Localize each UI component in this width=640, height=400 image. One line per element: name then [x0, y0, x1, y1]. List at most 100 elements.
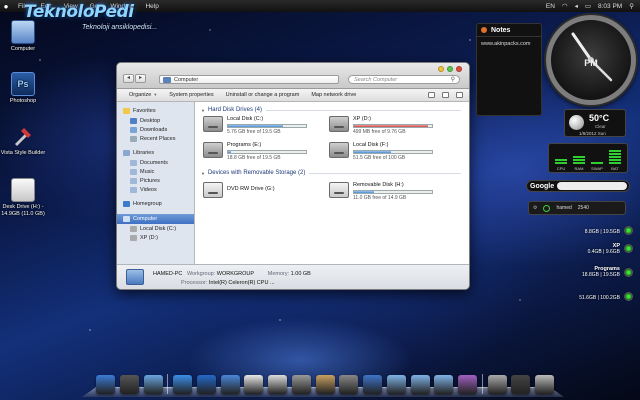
- notes-text[interactable]: www.akinpacks.com: [477, 37, 541, 51]
- sidebar-item-music[interactable]: Music: [117, 167, 194, 176]
- mail-icon[interactable]: [220, 375, 240, 394]
- drive-dvd-rw-g[interactable]: DVD RW Drive (G:): [203, 182, 275, 198]
- search-icon: ⚲: [450, 77, 455, 83]
- hard-disk-section-header[interactable]: ▼ Hard Disk Drives (4): [201, 107, 469, 113]
- photo-icon[interactable]: [119, 375, 139, 394]
- drive-programs-e[interactable]: Programs (E:) 18.8 GB free of 19.5 GB: [203, 142, 307, 161]
- computer-small-icon: [163, 77, 171, 83]
- map-network-drive-button[interactable]: Map network drive: [305, 92, 362, 98]
- hard-disk-icon: [329, 116, 349, 132]
- disk-status-icon: [624, 226, 633, 235]
- battery-meter: [609, 150, 621, 164]
- downloads-folder-icon[interactable]: [434, 375, 454, 394]
- wifi-icon[interactable]: ◠: [562, 2, 568, 10]
- hard-disk-icon: [329, 142, 349, 158]
- forward-button[interactable]: ▸: [135, 74, 146, 83]
- close-button[interactable]: [456, 66, 462, 72]
- library-icon: [123, 150, 130, 156]
- zoom-button[interactable]: [447, 66, 453, 72]
- photo-booth-icon[interactable]: [458, 375, 477, 394]
- trash-icon[interactable]: [535, 375, 554, 394]
- disk-status-icon: [624, 244, 633, 253]
- finder-icon[interactable]: [96, 375, 115, 394]
- applications-folder-icon[interactable]: [386, 375, 406, 394]
- analog-clock-widget[interactable]: PM: [546, 15, 636, 105]
- sidebar-group-favorites[interactable]: Favorites: [117, 106, 194, 116]
- sidebar-item-desktop[interactable]: Desktop: [117, 116, 194, 125]
- system-meters-widget[interactable]: CPU RAM SWAP BAT: [548, 143, 628, 173]
- meter-label: RAM: [574, 166, 584, 171]
- drive-local-disk-c[interactable]: Local Disk (C:) 5.76 GB free of 19.5 GB: [203, 116, 307, 135]
- drive-removable-h[interactable]: Removable Disk (H:) 11.0 GB free of 14.9…: [329, 182, 433, 201]
- utilities-icon[interactable]: [487, 375, 507, 394]
- desktop-icon: [130, 117, 137, 124]
- view-options-icon[interactable]: [428, 92, 435, 98]
- notes-widget[interactable]: Notes www.akinpacks.com: [476, 23, 542, 116]
- menu-help[interactable]: Help: [139, 3, 164, 10]
- preview-icon[interactable]: [244, 375, 264, 394]
- back-button[interactable]: ◂: [123, 74, 134, 83]
- power-icon[interactable]: [543, 204, 551, 212]
- dock: [82, 367, 564, 397]
- moon-icon: [569, 115, 584, 130]
- desktop-icon-label: Computer: [10, 46, 36, 52]
- drive-local-disk-f[interactable]: Local Disk (F:) 51.5 GB free of 100 GB: [329, 142, 433, 161]
- automator-icon[interactable]: [339, 375, 359, 394]
- sidebar-group-libraries[interactable]: Libraries: [117, 148, 194, 158]
- sidebar-item-homegroup[interactable]: Homegroup: [117, 199, 194, 209]
- music-icon: [130, 168, 137, 175]
- settings-icon[interactable]: ⚙: [533, 205, 537, 211]
- volume-icon[interactable]: ◂: [575, 2, 578, 10]
- calculator-icon[interactable]: [291, 375, 311, 394]
- desktop-icon-label: Desk Drive (H:) - 14.9GB (11.0 GB): [1, 204, 45, 217]
- watermark-logo: TeknoloPedi: [24, 2, 134, 22]
- textedit-icon[interactable]: [268, 375, 287, 394]
- processor-value: Intel(R) Celeron(R) CPU ...: [208, 280, 275, 286]
- sidebar-item-pictures[interactable]: Pictures: [117, 176, 194, 185]
- organize-button[interactable]: Organize ▼: [123, 92, 163, 98]
- weather-widget[interactable]: 50°C Clear 1/8/2012 Sun: [564, 109, 626, 137]
- system-properties-button[interactable]: System properties: [163, 92, 219, 98]
- language-indicator[interactable]: EN: [546, 3, 555, 10]
- google-search-input[interactable]: [557, 182, 627, 190]
- downloads-icon: [130, 126, 137, 133]
- itunes-icon[interactable]: [363, 375, 382, 394]
- drive-usage-bar: [353, 190, 433, 194]
- desktop-icon-photoshop[interactable]: Ps Photoshop: [0, 72, 46, 105]
- safari-icon[interactable]: [173, 375, 192, 394]
- drive-usage-bar: [227, 124, 307, 128]
- folder-icon[interactable]: [143, 375, 163, 394]
- sidebar-item-downloads[interactable]: Downloads: [117, 125, 194, 134]
- search-input[interactable]: Search Computer ⚲: [348, 75, 460, 84]
- sidebar-item-local-disk-c[interactable]: Local Disk (C:): [117, 224, 194, 233]
- removable-section-header[interactable]: ▼ Devices with Removable Storage (2): [201, 170, 469, 176]
- meter-label: BAT: [611, 166, 619, 171]
- collapse-triangle-icon: ▼: [201, 170, 205, 176]
- desktop-icon-desk-drive[interactable]: Desk Drive (H:) - 14.9GB (11.0 GB): [0, 178, 46, 218]
- preview-pane-icon[interactable]: [442, 92, 449, 98]
- iphoto-icon[interactable]: [315, 375, 335, 394]
- drive-widget[interactable]: ⚙ hamed 2540: [528, 201, 626, 215]
- spotlight-icon[interactable]: ⚲: [629, 2, 634, 10]
- sidebar-item-documents[interactable]: Documents: [117, 158, 194, 167]
- documents-folder-icon[interactable]: [410, 375, 430, 394]
- drive-xp-d[interactable]: XP (D:) 499 MB free of 9.76 GB: [329, 116, 433, 135]
- window-titlebar[interactable]: ◂ ▸ Computer Search Computer ⚲: [117, 63, 469, 89]
- sidebar-item-xp-d[interactable]: XP (D:): [117, 233, 194, 242]
- desktop-icon-computer[interactable]: Computer: [0, 20, 46, 53]
- address-bar[interactable]: Computer: [159, 75, 339, 84]
- quicktime-icon[interactable]: [196, 375, 216, 394]
- shutdown-icon[interactable]: [511, 375, 531, 394]
- cpu-meter: [555, 159, 567, 164]
- uninstall-program-button[interactable]: Uninstall or change a program: [220, 92, 306, 98]
- minimize-button[interactable]: [438, 66, 444, 72]
- sidebar-item-recent-places[interactable]: Recent Places: [117, 134, 194, 143]
- hard-disk-icon: [130, 225, 137, 232]
- battery-icon[interactable]: ▭: [585, 2, 591, 10]
- apple-menu-icon[interactable]: ●: [0, 0, 12, 12]
- sidebar-item-videos[interactable]: Videos: [117, 185, 194, 194]
- desktop-icon-vista-style-builder[interactable]: Vista Style Builder: [0, 124, 46, 157]
- help-icon[interactable]: [456, 92, 463, 98]
- sidebar-item-computer[interactable]: Computer: [117, 214, 194, 224]
- menubar-clock[interactable]: 8:03 PM: [598, 3, 622, 10]
